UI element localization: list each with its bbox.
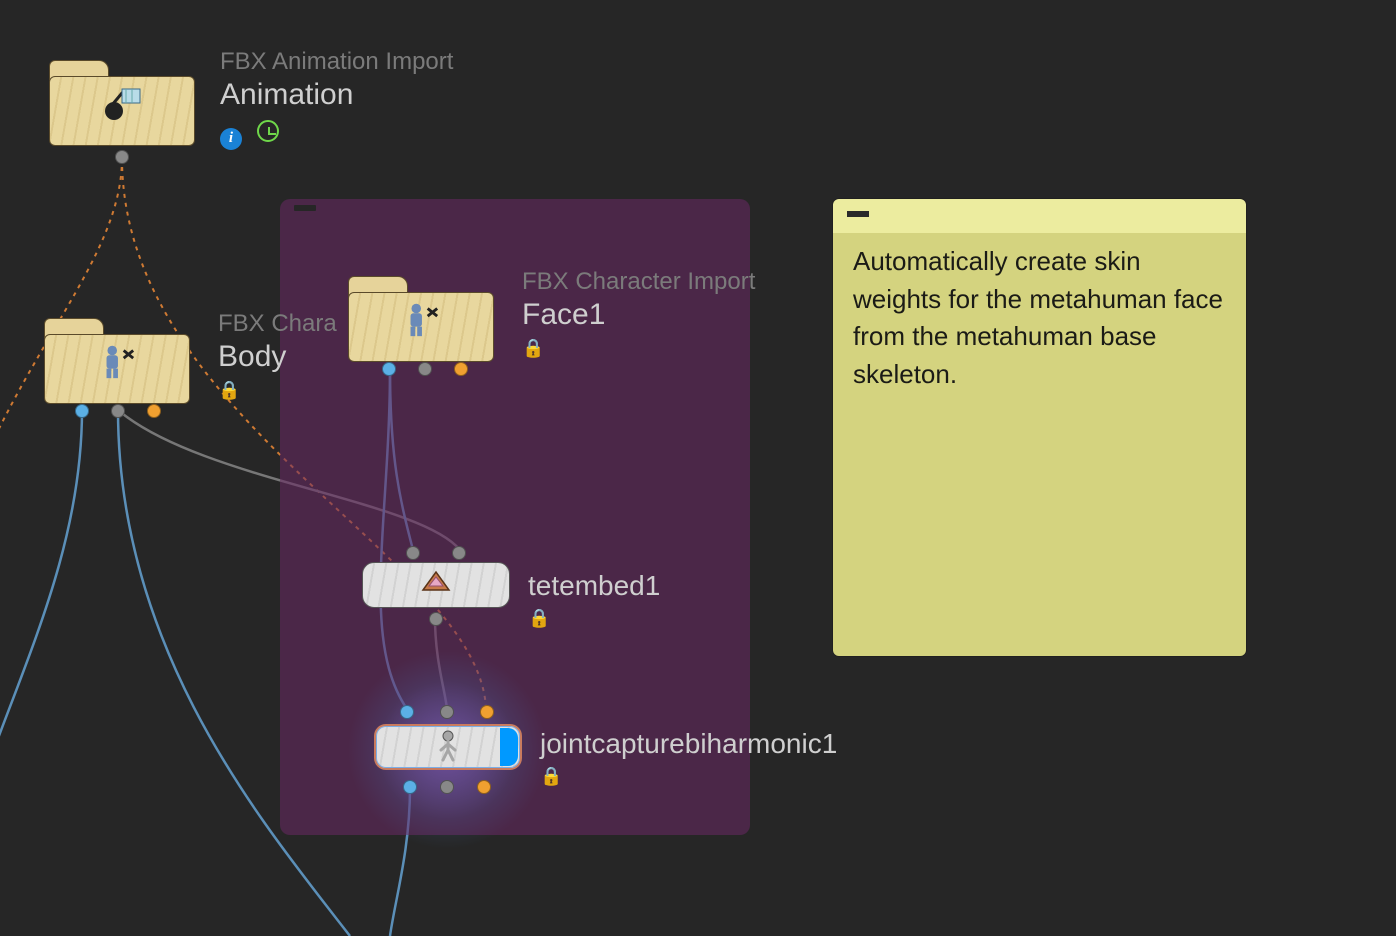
lock-icon: 🔒 [528, 608, 660, 629]
fbx-character-icon [401, 299, 441, 339]
lock-icon: 🔒 [522, 338, 755, 359]
node-jointcapturebiharmonic1[interactable] [374, 724, 522, 770]
group-collapse-handle[interactable] [294, 205, 316, 211]
connector-out-orange[interactable] [147, 404, 161, 418]
node-body[interactable] [44, 318, 190, 404]
fbx-animation-icon [102, 83, 142, 123]
lock-icon: 🔒 [540, 766, 837, 787]
node-title: Face1 [522, 298, 755, 332]
node-title: jointcapturebiharmonic1 [540, 728, 837, 760]
connector-out-blue[interactable] [382, 362, 396, 376]
connector-in[interactable] [406, 546, 420, 560]
node-animation[interactable] [49, 60, 195, 146]
connector-in[interactable] [480, 705, 494, 719]
sticky-collapse-handle[interactable] [847, 211, 869, 217]
node-subtitle: FBX Character Import [522, 268, 755, 296]
connector-out-gray[interactable] [418, 362, 432, 376]
tet-embed-icon [419, 568, 453, 603]
node-tetembed1[interactable] [362, 562, 510, 608]
node-jointcapture-label: jointcapturebiharmonic1 🔒 [540, 728, 837, 787]
joint-capture-icon [431, 728, 465, 767]
node-face1[interactable] [348, 276, 494, 362]
connector-out[interactable] [429, 612, 443, 626]
connector-in[interactable] [400, 705, 414, 719]
node-body-label: FBX Chara Body 🔒 [218, 310, 337, 401]
node-subtitle: FBX Animation Import [220, 48, 453, 76]
sticky-note[interactable]: Automatically create skin weights for th… [833, 199, 1246, 656]
display-flag[interactable] [500, 728, 518, 766]
connector-in[interactable] [452, 546, 466, 560]
connector-in[interactable] [440, 705, 454, 719]
connector-out[interactable] [115, 150, 129, 164]
connector-out[interactable] [440, 780, 454, 794]
sticky-note-header[interactable] [833, 199, 1246, 233]
node-title: Body [218, 340, 337, 374]
node-title: tetembed1 [528, 570, 660, 602]
connector-out-blue[interactable] [75, 404, 89, 418]
node-face1-label: FBX Character Import Face1 🔒 [522, 268, 755, 359]
sticky-note-body[interactable]: Automatically create skin weights for th… [833, 233, 1246, 656]
node-subtitle: FBX Chara [218, 310, 337, 338]
node-animation-label: FBX Animation Import Animation i [220, 48, 453, 150]
lock-icon: 🔒 [218, 380, 337, 401]
fbx-character-icon [97, 341, 137, 381]
time-badge-icon[interactable] [257, 120, 279, 142]
connector-out-orange[interactable] [454, 362, 468, 376]
node-tetembed1-label: tetembed1 🔒 [528, 570, 660, 629]
connector-out-gray[interactable] [111, 404, 125, 418]
node-title: Animation [220, 78, 453, 112]
info-badge-icon[interactable]: i [220, 128, 242, 150]
connector-out[interactable] [403, 780, 417, 794]
connector-out[interactable] [477, 780, 491, 794]
